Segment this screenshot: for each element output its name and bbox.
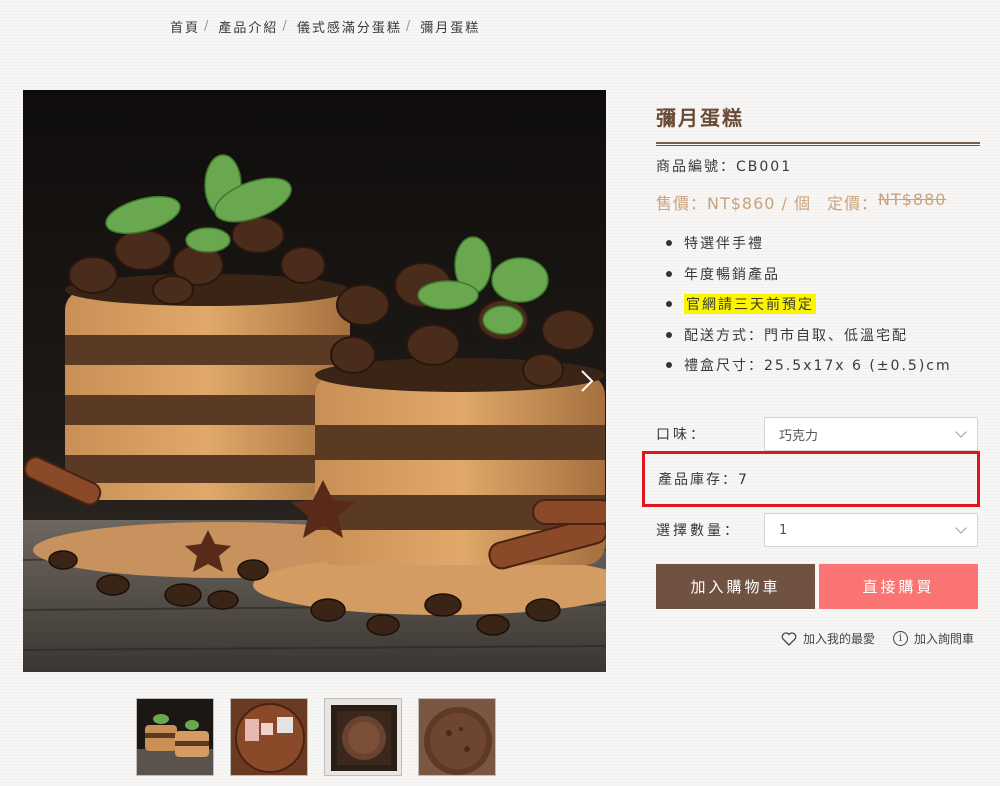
breadcrumb-products[interactable]: 產品介紹 <box>218 17 278 36</box>
stock-indicator: 產品庫存：7 <box>642 451 980 507</box>
add-favorite-label: 加入我的最愛 <box>802 632 875 646</box>
breadcrumb-home[interactable]: 首頁 <box>170 17 200 36</box>
thumbnail-4[interactable] <box>418 698 496 776</box>
feature-item: 配送方式：門市自取、低溫宅配 <box>656 320 980 351</box>
feature-list: 特選伴手禮 年度暢銷產品 官網請三天前預定 配送方式：門市自取、低溫宅配 禮盒尺… <box>656 228 980 381</box>
feature-item: 特選伴手禮 <box>656 228 980 259</box>
secondary-actions: 加入我的最愛 i 加入詢問車 <box>781 630 974 647</box>
breadcrumb-separator: / <box>405 18 413 34</box>
add-favorite-link[interactable]: 加入我的最愛 <box>781 630 875 647</box>
flavor-label: 口味： <box>656 427 707 443</box>
chevron-down-icon <box>955 522 967 534</box>
feature-item: 禮盒尺寸：25.5x17x 6 (±0.5)cm <box>656 350 980 381</box>
quantity-selected-value: 1 <box>779 522 788 538</box>
product-title: 彌月蛋糕 <box>656 106 744 130</box>
breadcrumb-separator: / <box>204 18 211 34</box>
highlighted-notice: 官網請三天前預定 <box>684 294 816 315</box>
breadcrumb-category[interactable]: 儀式感滿分蛋糕 <box>297 17 402 36</box>
breadcrumb-current: 彌月蛋糕 <box>420 20 481 36</box>
info-icon: i <box>892 631 908 646</box>
feature-item: 年度暢銷產品 <box>656 259 980 290</box>
add-to-cart-button[interactable]: 加入購物車 <box>656 564 815 609</box>
quantity-label: 選擇數量： <box>656 523 741 539</box>
title-divider <box>656 142 980 146</box>
cake-photo <box>23 90 606 672</box>
quantity-row: 選擇數量： 1 <box>656 513 980 547</box>
thumbnail-1[interactable] <box>136 698 214 776</box>
thumbnail-3[interactable] <box>324 698 402 776</box>
product-info-panel: 彌月蛋糕 商品編號：CB001 售價：NT$860 / 個 定價： NT$880… <box>642 90 980 646</box>
thumbnail-strip <box>136 698 496 776</box>
thumbnail-2[interactable] <box>230 698 308 776</box>
add-inquiry-link[interactable]: i 加入詢問車 <box>892 630 974 647</box>
list-price-value: NT$880 <box>877 190 947 209</box>
breadcrumb-separator: / <box>282 18 289 34</box>
flavor-row: 口味： 巧克力 <box>656 417 980 451</box>
add-inquiry-label: 加入詢問車 <box>913 632 974 646</box>
sale-price: 售價：NT$860 <box>656 194 776 213</box>
next-image-chevron-right-icon[interactable] <box>576 364 598 398</box>
flavor-selected-value: 巧克力 <box>779 428 819 444</box>
breadcrumb: 首頁 / 產品介紹 / 儀式感滿分蛋糕 / 彌月蛋糕 <box>170 16 480 36</box>
buy-now-button[interactable]: 直接購買 <box>819 564 978 609</box>
chevron-down-icon <box>955 426 967 438</box>
product-main-image <box>23 90 606 672</box>
price-row: 售價：NT$860 / 個 定價： NT$880 <box>656 190 980 214</box>
stock-text: 產品庫存：7 <box>658 472 749 488</box>
heart-icon <box>781 631 797 646</box>
list-price-label: 定價： <box>826 194 878 213</box>
flavor-select[interactable]: 巧克力 <box>764 417 978 451</box>
quantity-select[interactable]: 1 <box>764 513 978 547</box>
price-unit: / 個 <box>781 194 811 213</box>
feature-item: 官網請三天前預定 <box>656 289 980 320</box>
product-sku: 商品編號：CB001 <box>656 159 793 175</box>
